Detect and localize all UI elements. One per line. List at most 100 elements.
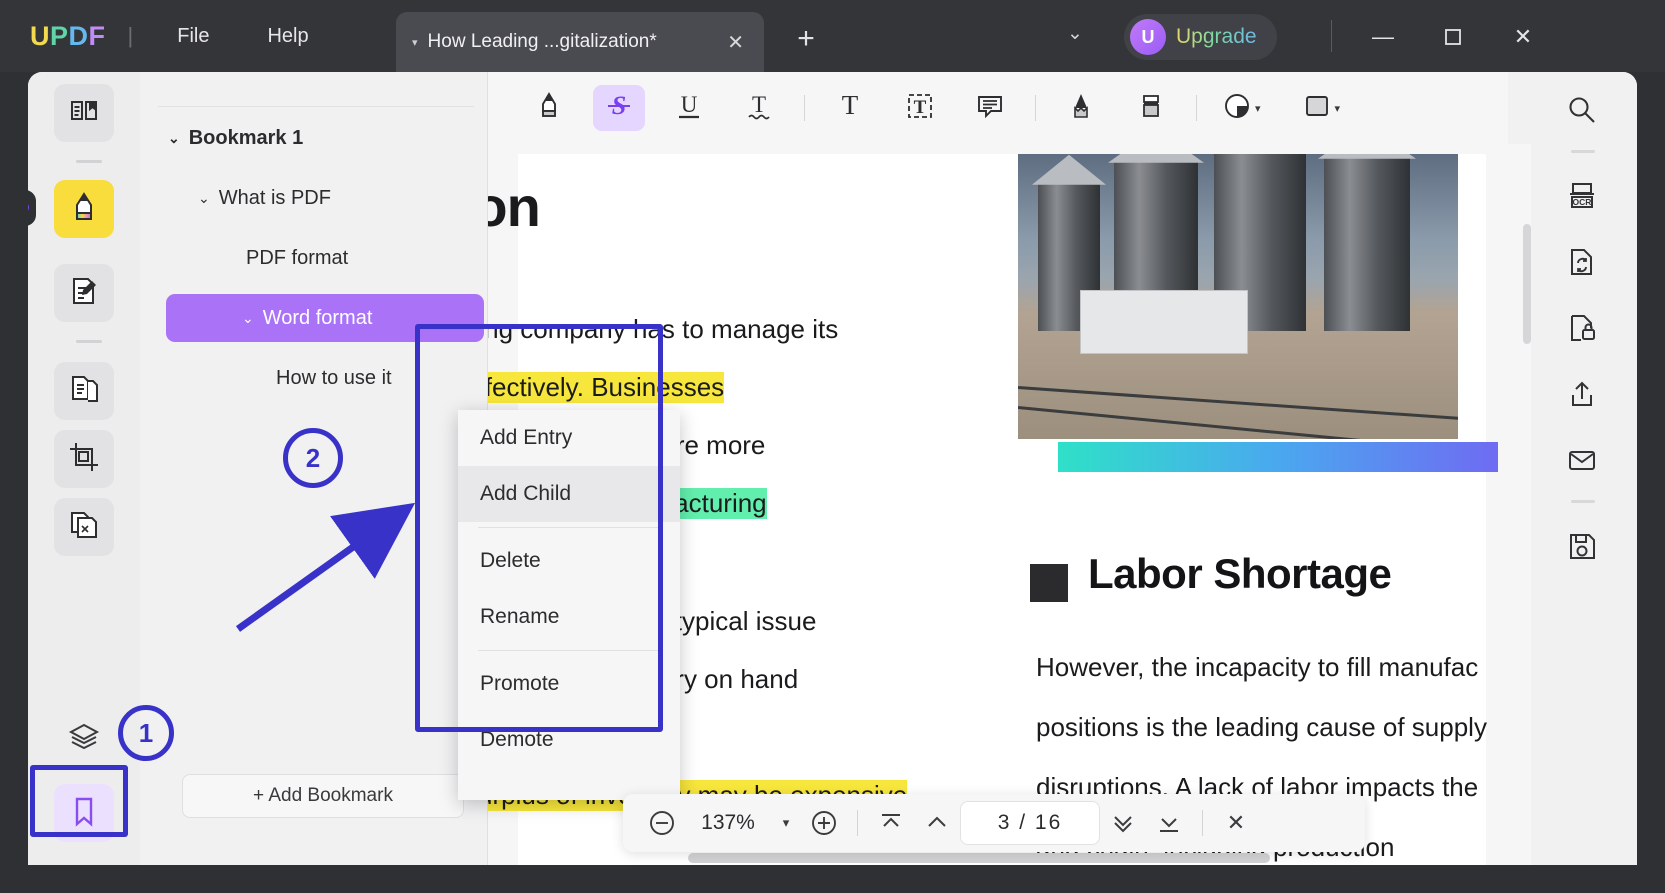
annotation-box-context-menu xyxy=(415,324,663,732)
bottom-toolbar-separator-2 xyxy=(1202,810,1203,836)
menu-file[interactable]: File xyxy=(157,19,229,54)
first-page-button[interactable] xyxy=(868,800,914,846)
annotation-marker-1: 1 xyxy=(118,705,174,761)
zoom-out-button[interactable] xyxy=(639,800,685,846)
close-button[interactable]: ✕ xyxy=(1500,18,1546,56)
bookmark-row-pdf-format[interactable]: PDF format xyxy=(150,234,478,282)
highlighter-icon xyxy=(534,91,564,126)
page-number-input[interactable]: 3 / 16 xyxy=(960,801,1100,845)
next-page-button[interactable] xyxy=(1100,800,1146,846)
text-box-tool-button[interactable]: T xyxy=(894,85,946,131)
chevron-down-icon[interactable]: ⌄ xyxy=(198,190,210,207)
section-bullet xyxy=(1030,564,1068,602)
shape-tool-button[interactable]: ▾ xyxy=(1296,85,1347,131)
avatar: U xyxy=(1130,19,1166,55)
svg-text:T: T xyxy=(752,92,766,117)
page-heading: ption xyxy=(488,175,541,238)
email-button[interactable] xyxy=(1553,434,1611,490)
protect-pdf-icon xyxy=(1566,312,1598,349)
text-box-icon: T xyxy=(905,91,935,126)
bookmark-label: How to use it xyxy=(276,366,392,389)
logo-letter-u: U xyxy=(30,20,50,51)
zoom-level-value[interactable]: 137% xyxy=(685,811,771,835)
chevron-down-icon[interactable]: ▾ xyxy=(1335,102,1341,115)
save-icon xyxy=(1566,530,1598,567)
chevron-down-icon[interactable]: ▾ xyxy=(1255,102,1261,115)
rail-notch xyxy=(28,190,36,226)
sidebar-item-comment[interactable] xyxy=(54,180,114,238)
layers-icon xyxy=(68,721,100,758)
tab-close-icon[interactable]: ✕ xyxy=(723,30,748,55)
text-icon: T xyxy=(835,90,865,126)
section-text-line: positions is the leading cause of supply xyxy=(1036,712,1487,742)
bookmark-label: PDF format xyxy=(246,246,349,269)
convert-button[interactable] xyxy=(1553,236,1611,292)
ocr-icon: OCR xyxy=(1566,180,1598,217)
last-page-button[interactable] xyxy=(1146,800,1192,846)
pencil-tool-button[interactable] xyxy=(1055,85,1107,131)
bookmark-row-what-is-pdf[interactable]: ⌄ What is PDF xyxy=(150,174,478,222)
reader-icon xyxy=(68,95,100,132)
annotation-marker-2: 2 xyxy=(283,428,343,488)
section-text-line: However, the incapacity to fill manufac xyxy=(1036,652,1479,682)
logo-letter-d: D xyxy=(68,20,89,51)
underline-tool-button[interactable]: U xyxy=(663,85,715,131)
page-navigation-toolbar: 137% ▾ 3 / 16 ✕ xyxy=(623,794,1365,852)
sidebar-item-layers[interactable] xyxy=(54,710,114,768)
vertical-scrollbar[interactable] xyxy=(1523,224,1531,344)
horizontal-scrollbar[interactable] xyxy=(688,853,1270,863)
section-heading: Labor Shortage xyxy=(1088,550,1392,597)
convert-pdf-icon xyxy=(1566,246,1598,283)
right-rail-divider-2 xyxy=(1571,500,1595,503)
highlight-tool-button[interactable] xyxy=(523,85,575,131)
rail-divider-1 xyxy=(76,160,102,163)
minimize-button[interactable]: — xyxy=(1360,18,1406,56)
right-tool-rail: OCR xyxy=(1531,72,1637,865)
sidebar-item-reader[interactable] xyxy=(54,84,114,142)
document-tab[interactable]: ▾ How Leading ...gitalization* ✕ xyxy=(396,12,764,72)
upgrade-button[interactable]: U Upgrade xyxy=(1124,14,1277,60)
right-rail-divider-1 xyxy=(1571,150,1595,153)
tab-list-chevron-down-icon[interactable]: ⌄ xyxy=(1058,22,1092,45)
rail-divider-2 xyxy=(76,340,102,343)
chevron-down-icon[interactable]: ⌄ xyxy=(168,130,180,147)
bookmark-label: What is PDF xyxy=(218,186,331,209)
menu-help[interactable]: Help xyxy=(247,19,328,54)
maximize-button[interactable] xyxy=(1430,18,1476,56)
previous-page-button[interactable] xyxy=(914,800,960,846)
strikethrough-tool-button[interactable]: S xyxy=(593,85,645,131)
chevron-down-icon[interactable]: ⌄ xyxy=(242,310,254,327)
sticky-note-tool-button[interactable] xyxy=(964,85,1016,131)
annotation-toolbar: S U T T T ▾ ▾ xyxy=(488,72,1508,144)
squiggly-underline-tool-button[interactable]: T xyxy=(733,85,785,131)
stamp-tool-button[interactable]: ▾ xyxy=(1216,85,1267,131)
share-button[interactable] xyxy=(1553,368,1611,424)
protect-button[interactable] xyxy=(1553,302,1611,358)
sidebar-item-page-tools[interactable] xyxy=(54,362,114,420)
zoom-in-button[interactable] xyxy=(801,800,847,846)
ocr-button[interactable]: OCR xyxy=(1553,170,1611,226)
new-tab-button[interactable]: + xyxy=(788,22,824,56)
sidebar-item-crop[interactable] xyxy=(54,430,114,488)
upgrade-label: Upgrade xyxy=(1176,25,1257,48)
eraser-tool-button[interactable] xyxy=(1125,85,1177,131)
save-button[interactable] xyxy=(1553,520,1611,576)
zoom-dropdown-chevron-down-icon[interactable]: ▾ xyxy=(771,800,801,846)
bookmark-label: Word format xyxy=(262,306,373,329)
annotate-highlighter-icon xyxy=(68,191,100,228)
toolbar-separator-3 xyxy=(1196,95,1197,121)
bottom-toolbar-separator-1 xyxy=(857,810,858,836)
search-button[interactable] xyxy=(1553,84,1611,140)
underline-icon: U xyxy=(674,91,704,126)
add-bookmark-button[interactable]: + Add Bookmark xyxy=(182,774,464,818)
bookmark-row-bookmark-1[interactable]: ⌄ Bookmark 1 xyxy=(150,114,478,162)
sidebar-item-batch[interactable] xyxy=(54,498,114,556)
email-icon xyxy=(1566,444,1598,481)
tab-dropdown-icon[interactable]: ▾ xyxy=(412,36,418,49)
eraser-icon xyxy=(1136,91,1166,126)
logo-letter-p: P xyxy=(50,20,69,51)
stamp-icon xyxy=(1222,91,1252,126)
sidebar-item-edit-pdf[interactable] xyxy=(54,264,114,322)
close-toolbar-button[interactable]: ✕ xyxy=(1213,800,1259,846)
text-tool-button[interactable]: T xyxy=(824,85,876,131)
